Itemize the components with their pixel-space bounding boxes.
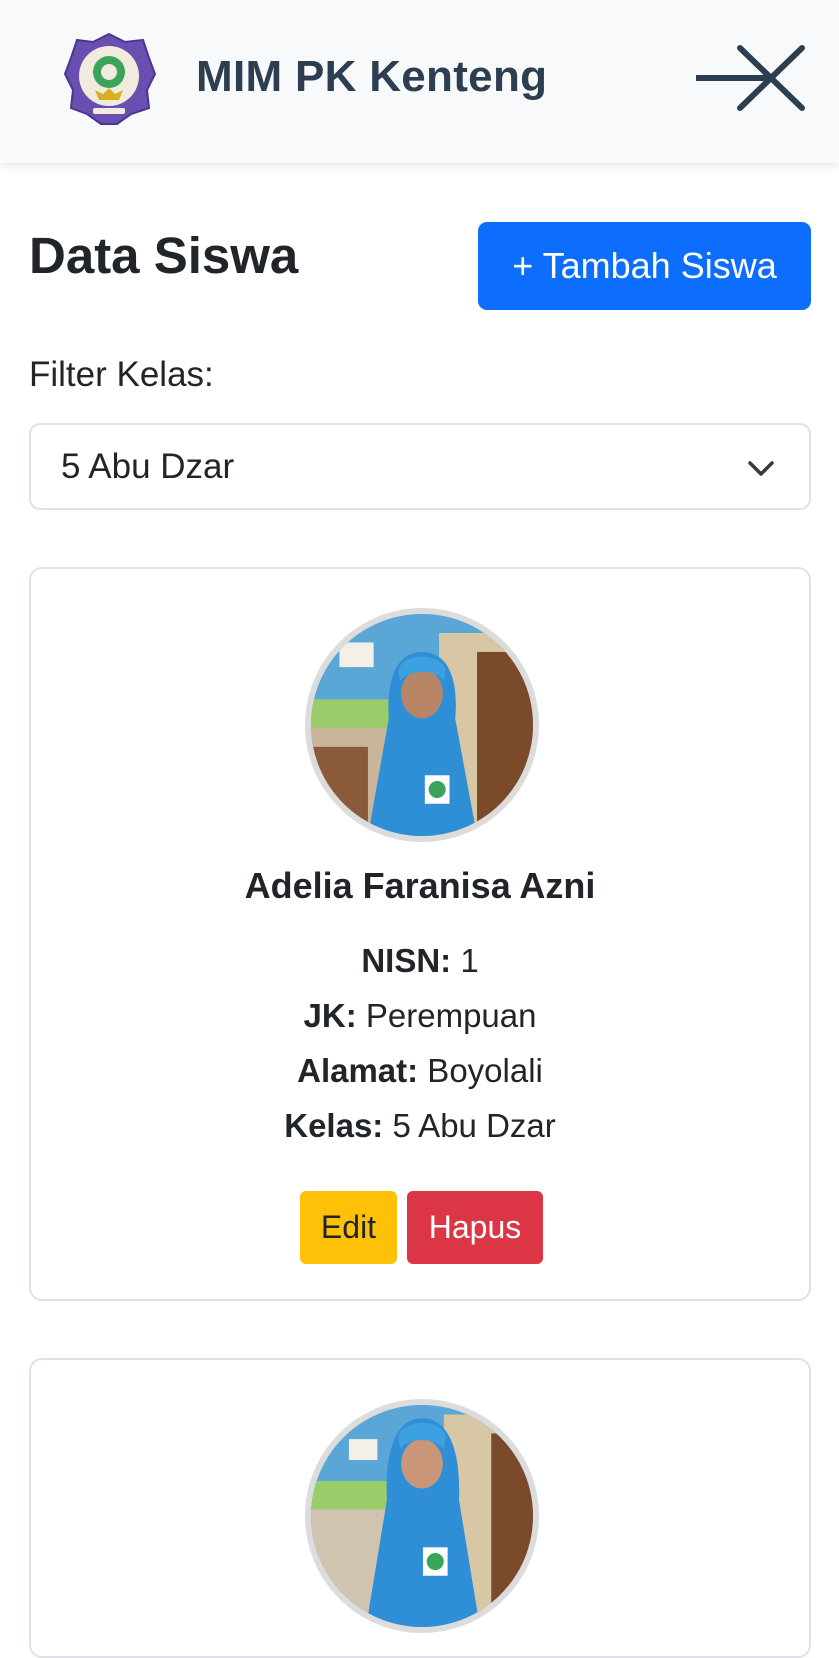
nisn-label: NISN: <box>361 942 452 979</box>
student-card <box>29 1358 811 1658</box>
student-class: Kelas: 5 Abu Dzar <box>31 1107 809 1145</box>
nisn-value: 1 <box>451 942 479 979</box>
student-gender: JK: Perempuan <box>31 997 809 1035</box>
chevron-down-icon <box>748 461 774 476</box>
class-value: 5 Abu Dzar <box>383 1107 556 1144</box>
student-nisn: NISN: 1 <box>31 942 809 980</box>
class-filter-select[interactable]: 5 Abu Dzar <box>29 423 811 510</box>
gender-value: Perempuan <box>356 997 537 1034</box>
class-filter-value: 5 Abu Dzar <box>61 446 235 486</box>
gender-label: JK: <box>303 997 357 1034</box>
student-card: Adelia Faranisa Azni NISN: 1 JK: Perempu… <box>29 567 811 1301</box>
page-title: Data Siswa <box>29 227 299 284</box>
student-photo <box>305 1399 539 1633</box>
top-navbar: MIM PK Kenteng <box>0 0 839 163</box>
filter-label: Filter Kelas: <box>29 355 214 394</box>
student-address: Alamat: Boyolali <box>31 1052 809 1090</box>
add-student-button[interactable]: + Tambah Siswa <box>478 222 811 310</box>
delete-button[interactable]: Hapus <box>407 1191 543 1264</box>
close-menu-icon[interactable] <box>693 42 808 114</box>
student-photo <box>305 608 539 842</box>
class-label: Kelas: <box>284 1107 384 1144</box>
address-label: Alamat: <box>297 1052 419 1089</box>
address-value: Boyolali <box>418 1052 543 1089</box>
student-name: Adelia Faranisa Azni <box>244 865 596 906</box>
brand-title[interactable]: MIM PK Kenteng <box>196 52 547 102</box>
edit-button[interactable]: Edit <box>300 1191 397 1264</box>
school-emblem-icon[interactable] <box>63 32 157 126</box>
